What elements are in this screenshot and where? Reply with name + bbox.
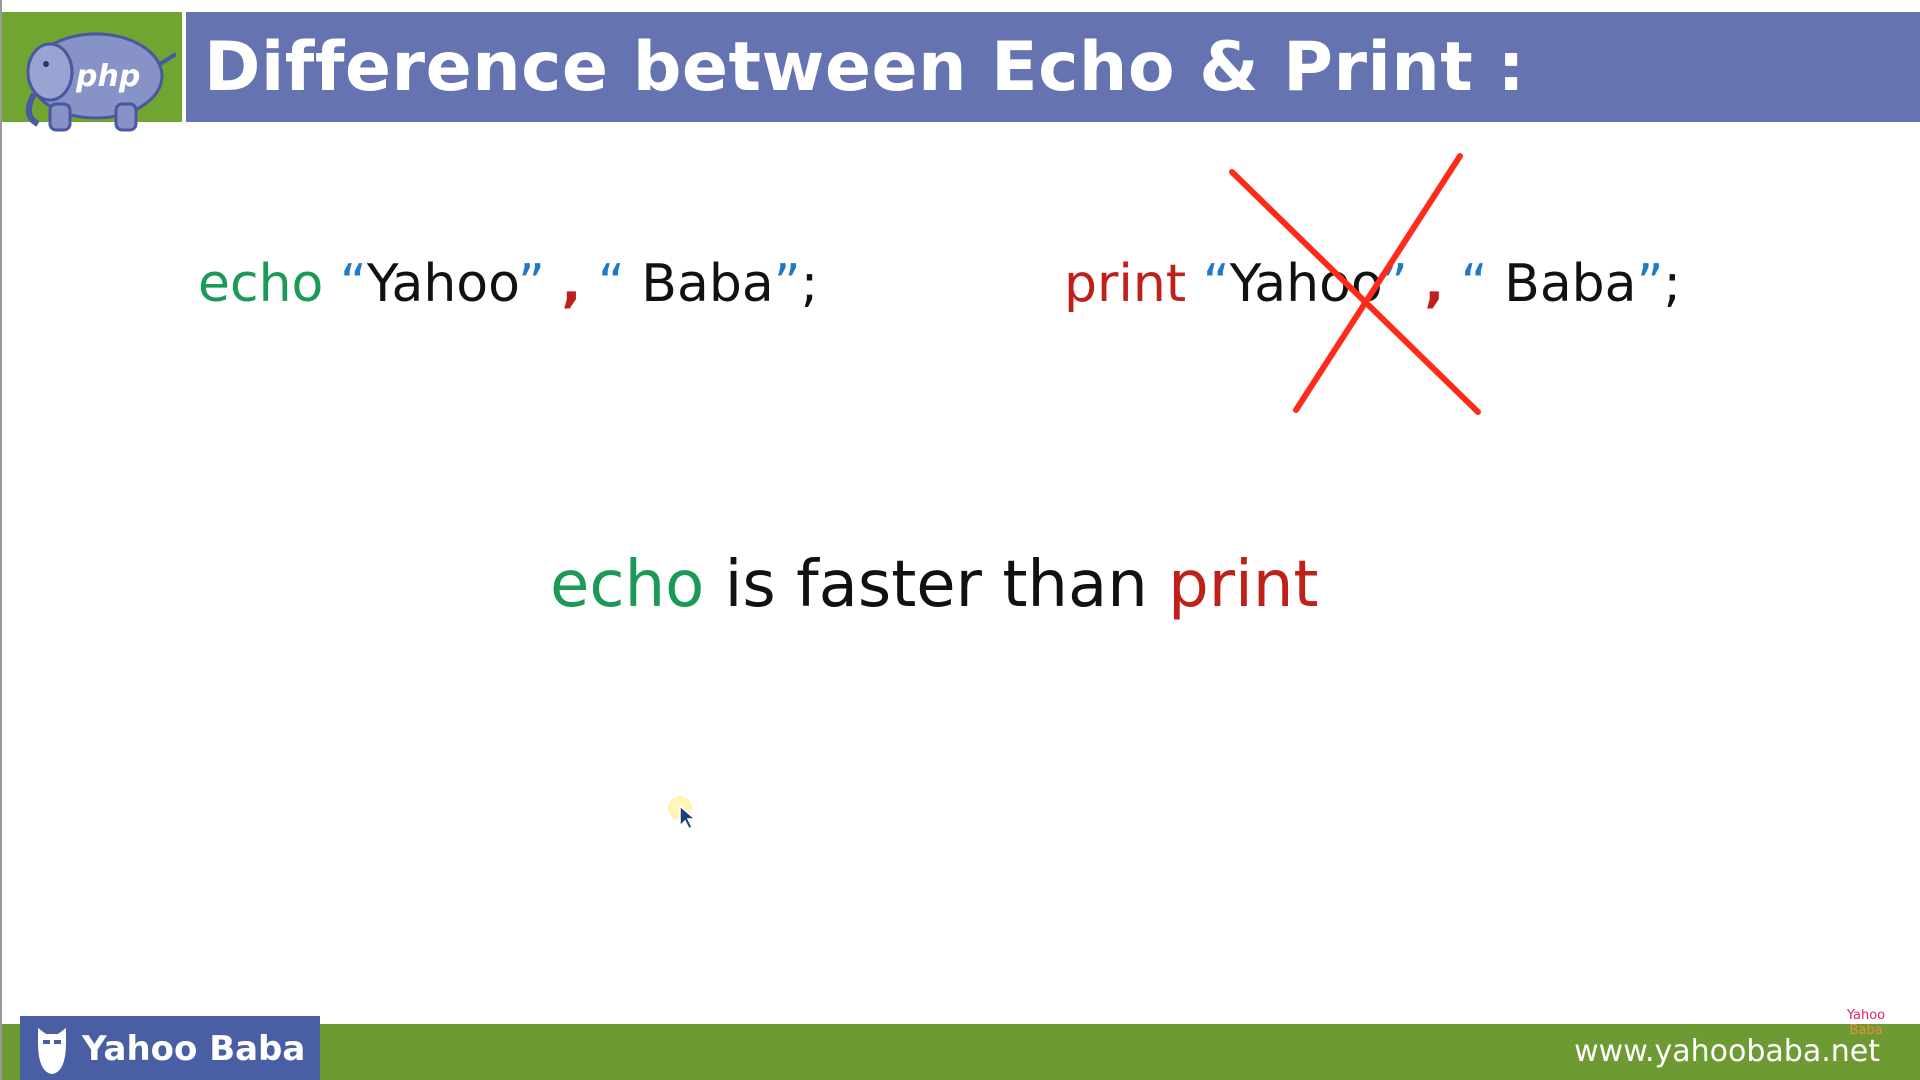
echo-string-2: Baba xyxy=(624,254,774,314)
echo-terminator: ; xyxy=(800,254,819,314)
echo-close-quote-1: ” xyxy=(518,254,545,314)
print-close-quote-2: ” xyxy=(1636,254,1664,314)
brand-name: Yahoo Baba xyxy=(82,1029,306,1069)
comparison-statement: echo is faster than print xyxy=(550,548,1318,622)
website-link[interactable]: www.yahoobaba.net xyxy=(1574,1030,1880,1074)
page-title: Difference between Echo & Print : xyxy=(204,28,1526,107)
cross-icon xyxy=(1229,153,1481,415)
echo-open-quote-1: “ xyxy=(339,254,367,314)
slide: php Difference between Echo & Print : ec… xyxy=(0,0,1920,1080)
statement-print: print xyxy=(1168,548,1319,622)
statement-echo: echo xyxy=(550,548,705,622)
echo-string-1: Yahoo xyxy=(366,254,519,314)
echo-close-quote-2: ” xyxy=(773,254,801,314)
bearded-face-icon xyxy=(38,1028,66,1074)
echo-code-example: echo “Yahoo” , “ Baba”; xyxy=(198,254,818,314)
mouse-pointer-icon xyxy=(668,796,698,831)
channel-watermark: Yahoo Baba xyxy=(1840,1008,1892,1042)
echo-open-quote-2: “ xyxy=(597,254,625,314)
print-open-quote-1: “ xyxy=(1202,254,1230,314)
watermark-top-text: Yahoo xyxy=(1846,1008,1886,1023)
print-string-2: Baba xyxy=(1487,254,1637,314)
print-keyword: print xyxy=(1064,254,1187,314)
statement-middle: is faster than xyxy=(704,548,1169,622)
echo-keyword: echo xyxy=(198,254,324,314)
brand-badge[interactable]: Yahoo Baba xyxy=(20,1016,320,1080)
php-logo-text: php xyxy=(75,59,140,94)
watermark-bottom-text: Baba xyxy=(1849,1023,1883,1038)
php-elephant-icon: php xyxy=(25,32,176,132)
print-terminator: ; xyxy=(1663,254,1682,314)
echo-comma: , xyxy=(561,254,582,314)
header-bar: Difference between Echo & Print : xyxy=(186,12,1920,122)
